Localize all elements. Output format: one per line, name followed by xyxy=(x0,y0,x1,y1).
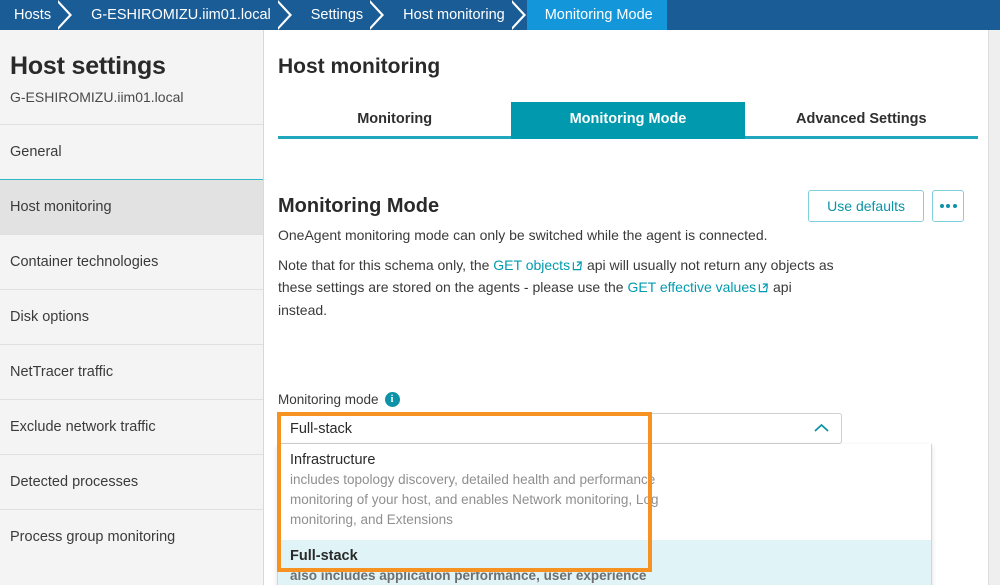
sidebar-item-container-technologies[interactable]: Container technologies xyxy=(0,233,263,289)
sidebar-item-process-group-monitoring[interactable]: Process group monitoring xyxy=(0,508,263,564)
sidebar: Host settings G-ESHIROMIZU.iim01.local G… xyxy=(0,30,264,585)
dropdown-option-title: Full-stack xyxy=(290,547,358,564)
sidebar-item-label: General xyxy=(10,143,62,160)
breadcrumb-chevron-icon xyxy=(370,0,386,30)
breadcrumb-item-host[interactable]: G-ESHIROMIZU.iim01.local xyxy=(73,0,293,30)
tab-monitoring[interactable]: Monitoring xyxy=(278,102,512,139)
monitoring-mode-label-text: Monitoring mode xyxy=(278,392,379,407)
get-effective-values-link[interactable]: GET effective values xyxy=(627,279,769,295)
monitoring-mode-select[interactable]: Full-stack xyxy=(277,413,842,444)
breadcrumb-item-settings[interactable]: Settings xyxy=(292,0,386,30)
main-content: Host monitoring Monitoring Monitoring Mo… xyxy=(265,30,988,585)
external-link-icon xyxy=(572,256,583,277)
sidebar-item-label: Exclude network traffic xyxy=(10,418,156,435)
get-objects-link-label: GET objects xyxy=(493,257,571,273)
breadcrumb-label: Hosts xyxy=(14,7,52,23)
section-note: Note that for this schema only, the GET … xyxy=(278,255,844,321)
note-part-1: Note that for this schema only, the xyxy=(278,257,494,273)
sidebar-item-general[interactable]: General xyxy=(0,123,263,179)
dropdown-option-full-stack[interactable]: Full-stack also includes application per… xyxy=(278,539,931,585)
dropdown-option-infrastructure[interactable]: Infrastructure includes topology discove… xyxy=(278,444,931,540)
sidebar-item-label: Container technologies xyxy=(10,253,159,270)
monitoring-mode-dropdown: Infrastructure includes topology discove… xyxy=(277,444,932,585)
chevron-up-icon xyxy=(814,421,829,437)
breadcrumb-label: G-ESHIROMIZU.iim01.local xyxy=(91,7,271,23)
dropdown-option-description: also includes application performance, u… xyxy=(290,567,647,583)
use-defaults-button[interactable]: Use defaults xyxy=(808,190,924,222)
sidebar-item-label: Host monitoring xyxy=(10,198,112,215)
section-description: OneAgent monitoring mode can only be swi… xyxy=(278,227,768,243)
breadcrumb-label: Settings xyxy=(310,7,364,23)
section-actions: Use defaults xyxy=(808,190,964,222)
tab-label: Monitoring Mode xyxy=(569,111,687,127)
sidebar-subtitle: G-ESHIROMIZU.iim01.local xyxy=(10,88,184,105)
sidebar-item-nettracer-traffic[interactable]: NetTracer traffic xyxy=(0,343,263,399)
right-gutter xyxy=(988,30,1000,585)
tab-advanced-settings[interactable]: Advanced Settings xyxy=(744,102,978,139)
section-title: Monitoring Mode xyxy=(278,195,440,217)
breadcrumb-item-host-monitoring[interactable]: Host monitoring xyxy=(385,0,527,30)
dropdown-option-title: Infrastructure xyxy=(290,452,376,468)
sidebar-item-label: Disk options xyxy=(10,308,89,325)
ellipsis-icon-dot xyxy=(946,204,950,208)
ellipsis-icon-dot xyxy=(952,204,957,208)
monitoring-mode-selected-value: Full-stack xyxy=(290,420,353,437)
use-defaults-label: Use defaults xyxy=(827,198,905,214)
sidebar-item-detected-processes[interactable]: Detected processes xyxy=(0,453,263,509)
external-link-icon xyxy=(758,278,769,299)
breadcrumb-label: Monitoring Mode xyxy=(544,7,653,23)
sidebar-item-disk-options[interactable]: Disk options xyxy=(0,288,263,344)
breadcrumb-item-monitoring-mode[interactable]: Monitoring Mode xyxy=(526,0,667,30)
info-icon[interactable]: i xyxy=(384,392,400,407)
dropdown-option-description: includes topology discovery, detailed he… xyxy=(290,472,659,527)
more-options-button[interactable] xyxy=(932,190,964,222)
get-effective-values-link-label: GET effective values xyxy=(627,279,757,296)
sidebar-title: Host settings xyxy=(10,52,166,80)
page-title: Host monitoring xyxy=(278,55,441,78)
ellipsis-icon-dot xyxy=(939,204,944,208)
breadcrumb-chevron-icon xyxy=(277,0,294,30)
breadcrumb-chevron-icon xyxy=(58,0,74,30)
breadcrumb: Hosts G-ESHIROMIZU.iim01.local Settings … xyxy=(0,0,1000,30)
sidebar-header: Host settings G-ESHIROMIZU.iim01.local xyxy=(0,30,263,124)
tab-bar: Monitoring Monitoring Mode Advanced Sett… xyxy=(278,102,978,139)
tab-label: Advanced Settings xyxy=(796,111,927,127)
tab-monitoring-mode[interactable]: Monitoring Mode xyxy=(511,102,745,139)
sidebar-item-host-monitoring[interactable]: Host monitoring xyxy=(0,178,263,234)
breadcrumb-chevron-icon xyxy=(511,0,528,30)
breadcrumb-label: Host monitoring xyxy=(403,7,505,23)
app-root: Hosts G-ESHIROMIZU.iim01.local Settings … xyxy=(0,0,1000,585)
tab-label: Monitoring xyxy=(357,111,433,127)
sidebar-item-label: Detected processes xyxy=(10,473,139,490)
sidebar-item-exclude-network-traffic[interactable]: Exclude network traffic xyxy=(0,398,263,454)
monitoring-mode-label: Monitoring mode i xyxy=(278,392,400,407)
sidebar-item-label: NetTracer traffic xyxy=(10,363,114,380)
breadcrumb-item-hosts[interactable]: Hosts xyxy=(0,0,74,30)
get-objects-link[interactable]: GET objects xyxy=(493,257,583,273)
sidebar-item-label: Process group monitoring xyxy=(10,528,176,545)
